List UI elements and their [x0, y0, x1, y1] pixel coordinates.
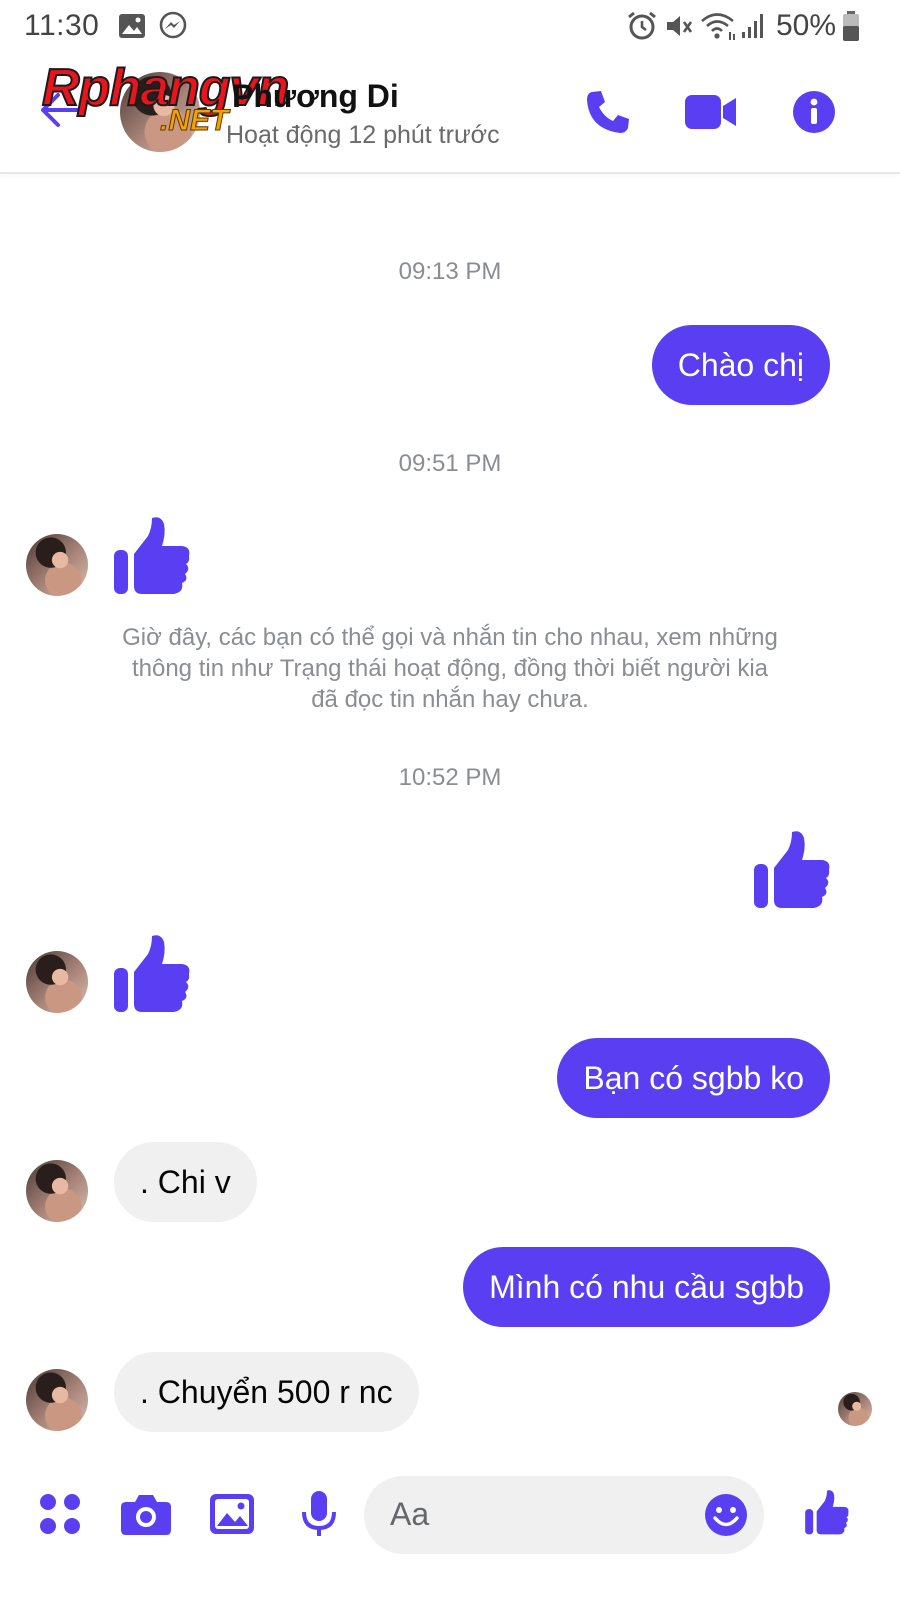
- sender-avatar[interactable]: [26, 1369, 88, 1431]
- incoming-message[interactable]: . Chuyển 500 r nc: [114, 1352, 419, 1432]
- message-input[interactable]: Aa: [364, 1476, 764, 1554]
- contact-name[interactable]: Phương Di: [232, 78, 399, 115]
- like-sticker-icon[interactable]: [112, 514, 192, 596]
- gallery-icon: [119, 14, 145, 38]
- outgoing-message[interactable]: Mình có nhu cầu sgbb: [463, 1247, 830, 1327]
- gallery-icon[interactable]: [208, 1492, 256, 1536]
- emoji-icon[interactable]: [704, 1493, 748, 1537]
- camera-icon[interactable]: [120, 1492, 172, 1536]
- sender-avatar[interactable]: [26, 951, 88, 1013]
- like-sticker-icon[interactable]: [752, 828, 832, 910]
- microphone-icon[interactable]: [300, 1490, 338, 1538]
- outgoing-message[interactable]: Bạn có sgbb ko: [557, 1038, 830, 1118]
- sender-avatar[interactable]: [26, 1160, 88, 1222]
- menu-icon[interactable]: [38, 1492, 82, 1536]
- like-sticker-icon[interactable]: [112, 932, 192, 1014]
- signal-icon: [742, 14, 763, 38]
- message-input-placeholder: Aa: [390, 1496, 430, 1532]
- status-bar: 11:30 50%: [0, 0, 900, 54]
- composer-bar: Aa: [0, 1462, 900, 1600]
- wifi-icon: [701, 13, 735, 40]
- messenger-icon: [159, 11, 187, 39]
- alarm-icon: [628, 11, 656, 40]
- message-timestamp: 10:52 PM: [398, 764, 502, 791]
- info-icon[interactable]: [792, 90, 836, 134]
- contact-active-status: Hoạt động 12 phút trước: [226, 121, 500, 149]
- battery-icon: [843, 11, 859, 41]
- message-timestamp: 09:51 PM: [398, 450, 502, 477]
- status-time: 11:30: [24, 9, 100, 42]
- incoming-message[interactable]: . Chi v: [114, 1142, 257, 1222]
- read-receipt-avatar: [838, 1392, 872, 1426]
- sender-avatar[interactable]: [26, 534, 88, 596]
- phone-icon[interactable]: [584, 88, 632, 136]
- message-timestamp: 09:13 PM: [398, 258, 502, 285]
- mute-icon: [667, 16, 693, 36]
- outgoing-message[interactable]: Chào chị: [651, 325, 830, 405]
- watermark-logo-suffix: .NET: [159, 104, 229, 138]
- conversation-header: Rphangvn .NET Phương Di Hoạt động 12 phú…: [0, 54, 900, 174]
- like-icon[interactable]: [804, 1488, 850, 1536]
- video-call-icon[interactable]: [684, 94, 738, 130]
- system-notice: Giờ đây, các bạn có thể gọi và nhắn tin …: [122, 624, 778, 713]
- battery-percentage: 50%: [776, 9, 837, 42]
